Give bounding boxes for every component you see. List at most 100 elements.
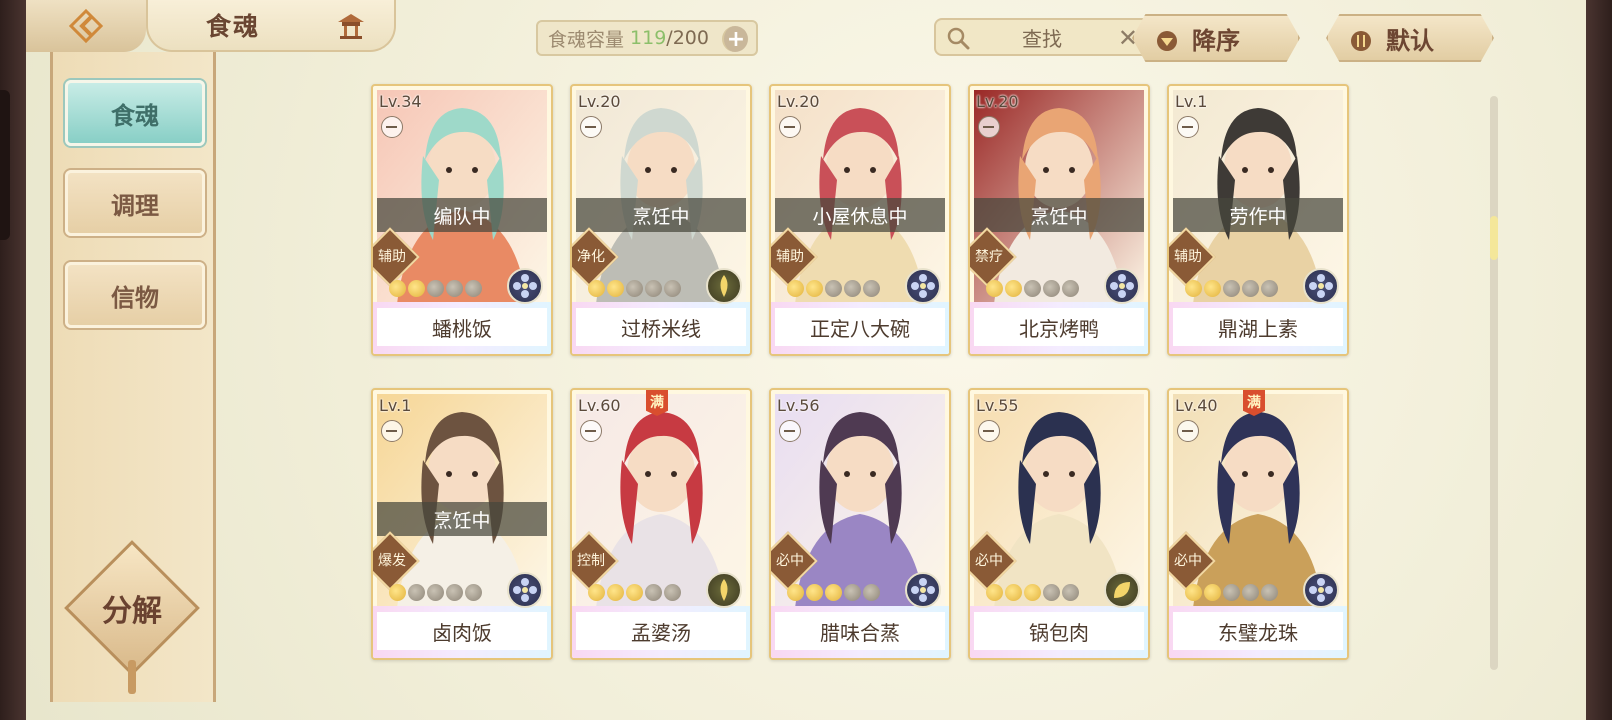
star-filled-icon	[1024, 584, 1041, 601]
star-empty-icon	[645, 584, 662, 601]
star-empty-icon	[825, 280, 842, 297]
notch	[0, 90, 10, 240]
star-empty-icon	[1242, 280, 1259, 297]
level-label: Lv.56	[777, 396, 820, 415]
flower-icon	[1303, 268, 1339, 304]
lock-toggle-icon[interactable]	[381, 420, 403, 442]
star-empty-icon	[427, 584, 444, 601]
food-soul-card[interactable]: 蟠桃饭 Lv.34 编队中辅助	[371, 84, 553, 356]
lock-toggle-icon[interactable]	[580, 116, 602, 138]
star-filled-icon	[1204, 280, 1221, 297]
star-empty-icon	[427, 280, 444, 297]
frame-right	[1586, 0, 1612, 720]
star-rating	[588, 584, 681, 601]
role-label: 控制	[577, 553, 605, 569]
star-filled-icon	[1204, 584, 1221, 601]
level-label: Lv.34	[379, 92, 422, 111]
food-soul-card[interactable]: 北京烤鸭 Lv.20 烹饪中 禁疗	[968, 84, 1150, 356]
triangle-down-icon	[1156, 29, 1178, 51]
role-label: 辅助	[776, 249, 804, 265]
food-soul-card[interactable]: 东璧龙珠 Lv.40 满必中	[1167, 388, 1349, 660]
decompose-label: 分解	[102, 594, 162, 629]
star-filled-icon	[1005, 280, 1022, 297]
food-soul-card[interactable]: 正定八大碗 Lv.20 小屋休息中 辅助	[769, 84, 951, 356]
level-label: Lv.60	[578, 396, 621, 415]
scrollbar[interactable]	[1490, 96, 1498, 670]
role-label: 净化	[577, 249, 605, 265]
sidebar-item-label: 食魂	[111, 100, 159, 130]
status-banner: 烹饪中	[377, 502, 547, 536]
back-arrow-icon	[68, 8, 104, 44]
star-filled-icon	[408, 280, 425, 297]
page-title: 食魂	[206, 12, 261, 41]
flame-icon	[706, 572, 742, 608]
add-capacity-button[interactable]: +	[722, 26, 748, 52]
lock-toggle-icon[interactable]	[779, 420, 801, 442]
star-rating	[787, 280, 880, 297]
sidebar-item-food-souls[interactable]: 食魂	[65, 80, 205, 146]
star-empty-icon	[844, 280, 861, 297]
star-filled-icon	[389, 280, 406, 297]
status-banner: 小屋休息中	[775, 198, 945, 232]
sort-default-button[interactable]: 默认	[1326, 14, 1494, 62]
star-filled-icon	[389, 584, 406, 601]
role-label: 辅助	[1174, 249, 1202, 265]
status-banner: 烹饪中	[974, 198, 1144, 232]
role-label: 必中	[776, 553, 804, 569]
star-filled-icon	[588, 280, 605, 297]
food-soul-card[interactable]: 锅包肉 Lv.55 必中	[968, 388, 1150, 660]
lock-toggle-icon[interactable]	[1177, 420, 1199, 442]
food-soul-name: 蟠桃饭	[377, 308, 547, 346]
sidebar-item-tokens[interactable]: 信物	[65, 262, 205, 328]
lock-toggle-icon[interactable]	[779, 116, 801, 138]
lock-toggle-icon[interactable]	[580, 420, 602, 442]
status-banner: 编队中	[377, 198, 547, 232]
star-rating	[588, 280, 681, 297]
star-rating	[389, 280, 482, 297]
lock-toggle-icon[interactable]	[978, 420, 1000, 442]
star-empty-icon	[664, 584, 681, 601]
food-soul-name: 卤肉饭	[377, 612, 547, 650]
food-soul-card[interactable]: 腊味合蒸 Lv.56 必中	[769, 388, 951, 660]
sidebar-item-label: 调理	[111, 190, 159, 220]
search-icon	[946, 26, 970, 50]
star-empty-icon	[626, 280, 643, 297]
food-soul-card[interactable]: 孟婆汤 Lv.60 满控制	[570, 388, 752, 660]
star-empty-icon	[1261, 280, 1278, 297]
star-empty-icon	[1223, 584, 1240, 601]
flower-icon	[1303, 572, 1339, 608]
sidebar-item-conditioning[interactable]: 调理	[65, 170, 205, 236]
lock-toggle-icon[interactable]	[381, 116, 403, 138]
leaf-icon	[1104, 572, 1140, 608]
flower-icon	[507, 572, 543, 608]
level-label: Lv.20	[578, 92, 621, 111]
back-button[interactable]	[26, 0, 146, 52]
level-label: Lv.1	[1175, 92, 1208, 111]
flower-icon	[1104, 268, 1140, 304]
star-filled-icon	[825, 584, 842, 601]
role-label: 辅助	[378, 249, 406, 265]
star-empty-icon	[1043, 584, 1060, 601]
star-filled-icon	[986, 584, 1003, 601]
max-level-badge: 满	[1243, 390, 1265, 416]
sort-order-button[interactable]: 降序	[1132, 14, 1300, 62]
lock-toggle-icon[interactable]	[1177, 116, 1199, 138]
title-tab: 食魂	[146, 0, 396, 52]
pavilion-home-icon[interactable]	[336, 12, 366, 40]
food-soul-card[interactable]: 过桥米线 Lv.20 烹饪中 净化	[570, 84, 752, 356]
role-label: 必中	[1174, 553, 1202, 569]
star-filled-icon	[806, 280, 823, 297]
food-soul-name: 北京烤鸭	[974, 308, 1144, 346]
search-input[interactable]: 查找 ✕	[934, 18, 1150, 56]
sort-arrows-icon	[1350, 29, 1372, 51]
scrollbar-thumb[interactable]	[1490, 216, 1498, 260]
star-rating	[986, 280, 1079, 297]
food-soul-card[interactable]: 鼎湖上素 Lv.1 劳作中 辅助	[1167, 84, 1349, 356]
max-level-badge: 满	[646, 390, 668, 416]
food-soul-card[interactable]: 卤肉饭 Lv.1 烹饪中 爆发	[371, 388, 553, 660]
search-placeholder: 查找	[1022, 26, 1062, 51]
level-label: Lv.20	[777, 92, 820, 111]
lock-toggle-icon[interactable]	[978, 116, 1000, 138]
food-soul-name: 东璧龙珠	[1173, 612, 1343, 650]
role-label: 禁疗	[975, 249, 1003, 265]
